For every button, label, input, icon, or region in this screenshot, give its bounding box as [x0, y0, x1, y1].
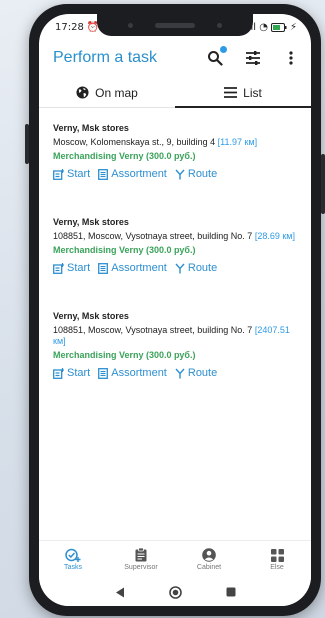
- nav-else[interactable]: Else: [243, 541, 311, 578]
- card-actions: Start Assortment Route: [53, 262, 297, 274]
- tasks-icon: [65, 548, 81, 562]
- app-bar: Perform a task: [39, 40, 311, 76]
- volume-button: [25, 124, 29, 164]
- person-icon: [202, 548, 216, 562]
- route-fork-icon: [175, 263, 185, 273]
- battery-icon: [270, 22, 287, 32]
- system-navigation-bar: [39, 578, 311, 606]
- assortment-icon: [98, 367, 109, 379]
- address-text: Moscow, Kolomenskaya st., 9, building 4: [53, 137, 216, 147]
- distance-text: [11.97 км]: [217, 137, 258, 147]
- address-text: 108851, Moscow, Vysotnaya street, buildi…: [53, 325, 253, 335]
- camera-notch: [97, 14, 253, 36]
- tab-label: On map: [95, 85, 138, 100]
- store-name: Verny, Msk stores: [53, 311, 129, 321]
- start-button[interactable]: Start: [53, 168, 90, 180]
- task-card[interactable]: Verny, Msk stores 108851, Moscow, Vysotn…: [53, 202, 297, 296]
- card-actions: Start Assortment Route: [53, 367, 297, 379]
- screen: 17:28 ⏰ ▣ ll ◔ ⚡ Perform a task: [39, 14, 311, 606]
- filter-sliders-icon: [246, 51, 260, 65]
- task-card[interactable]: Verny, Msk stores Moscow, Kolomenskaya s…: [53, 108, 297, 202]
- nav-tasks[interactable]: Tasks: [39, 541, 107, 578]
- start-icon: [53, 262, 64, 274]
- task-description: Merchandising Verny (300.0 руб.): [53, 350, 196, 360]
- route-fork-icon: [175, 169, 185, 179]
- power-button: [321, 154, 325, 214]
- assortment-button[interactable]: Assortment: [98, 367, 167, 379]
- route-button[interactable]: Route: [175, 168, 217, 180]
- charging-icon: ⚡: [289, 21, 297, 33]
- bottom-navigation: Tasks Supervisor Cabinet Else: [39, 540, 311, 578]
- store-address: 108851, Moscow, Vysotnaya street, buildi…: [53, 231, 297, 242]
- nav-supervisor[interactable]: Supervisor: [107, 541, 175, 578]
- route-button[interactable]: Route: [175, 262, 217, 274]
- distance-text: [28.69 км]: [254, 231, 295, 241]
- back-icon[interactable]: [115, 587, 125, 598]
- task-list: Verny, Msk stores Moscow, Kolomenskaya s…: [39, 108, 311, 390]
- view-tabs: On map List: [39, 78, 311, 108]
- task-description: Merchandising Verny (300.0 руб.): [53, 151, 196, 161]
- route-button[interactable]: Route: [175, 367, 217, 379]
- status-right-icons: ll ◔: [250, 21, 268, 33]
- filter-button[interactable]: [243, 48, 263, 68]
- start-icon: [53, 168, 64, 180]
- assortment-button[interactable]: Assortment: [98, 262, 167, 274]
- phone-frame: 17:28 ⏰ ▣ ll ◔ ⚡ Perform a task: [25, 4, 325, 616]
- start-button[interactable]: Start: [53, 262, 90, 274]
- sensor-dot: [128, 22, 133, 28]
- list-icon: [224, 87, 238, 98]
- page-title: Perform a task: [53, 49, 158, 66]
- card-actions: Start Assortment Route: [53, 168, 297, 180]
- task-description: Merchandising Verny (300.0 руб.): [53, 245, 196, 255]
- notification-dot: [220, 46, 227, 53]
- address-text: 108851, Moscow, Vysotnaya street, buildi…: [53, 231, 253, 241]
- start-icon: [53, 367, 64, 379]
- store-address: Moscow, Kolomenskaya st., 9, building 4 …: [53, 137, 297, 148]
- camera-dot: [217, 22, 222, 28]
- tab-on-map[interactable]: On map: [39, 78, 175, 107]
- store-name: Verny, Msk stores: [53, 123, 129, 133]
- tab-list[interactable]: List: [175, 78, 311, 108]
- globe-icon: [76, 86, 89, 99]
- more-vert-icon: [289, 51, 293, 65]
- assortment-icon: [98, 168, 109, 180]
- assortment-button[interactable]: Assortment: [98, 168, 167, 180]
- route-fork-icon: [175, 368, 185, 378]
- store-name: Verny, Msk stores: [53, 217, 129, 227]
- more-options-button[interactable]: [281, 48, 301, 68]
- speaker-grille: [155, 22, 195, 28]
- nav-cabinet[interactable]: Cabinet: [175, 541, 243, 578]
- status-time: 17:28: [55, 21, 84, 33]
- search-button[interactable]: [205, 46, 227, 68]
- assortment-icon: [98, 262, 109, 274]
- recents-icon[interactable]: [226, 587, 236, 597]
- task-card[interactable]: Verny, Msk stores 108851, Moscow, Vysotn…: [53, 296, 297, 390]
- grid-icon: [270, 548, 284, 562]
- tab-label: List: [243, 85, 262, 100]
- home-icon[interactable]: [168, 585, 182, 599]
- store-address: 108851, Moscow, Vysotnaya street, buildi…: [53, 325, 297, 347]
- clipboard-icon: [135, 548, 147, 562]
- start-button[interactable]: Start: [53, 367, 90, 379]
